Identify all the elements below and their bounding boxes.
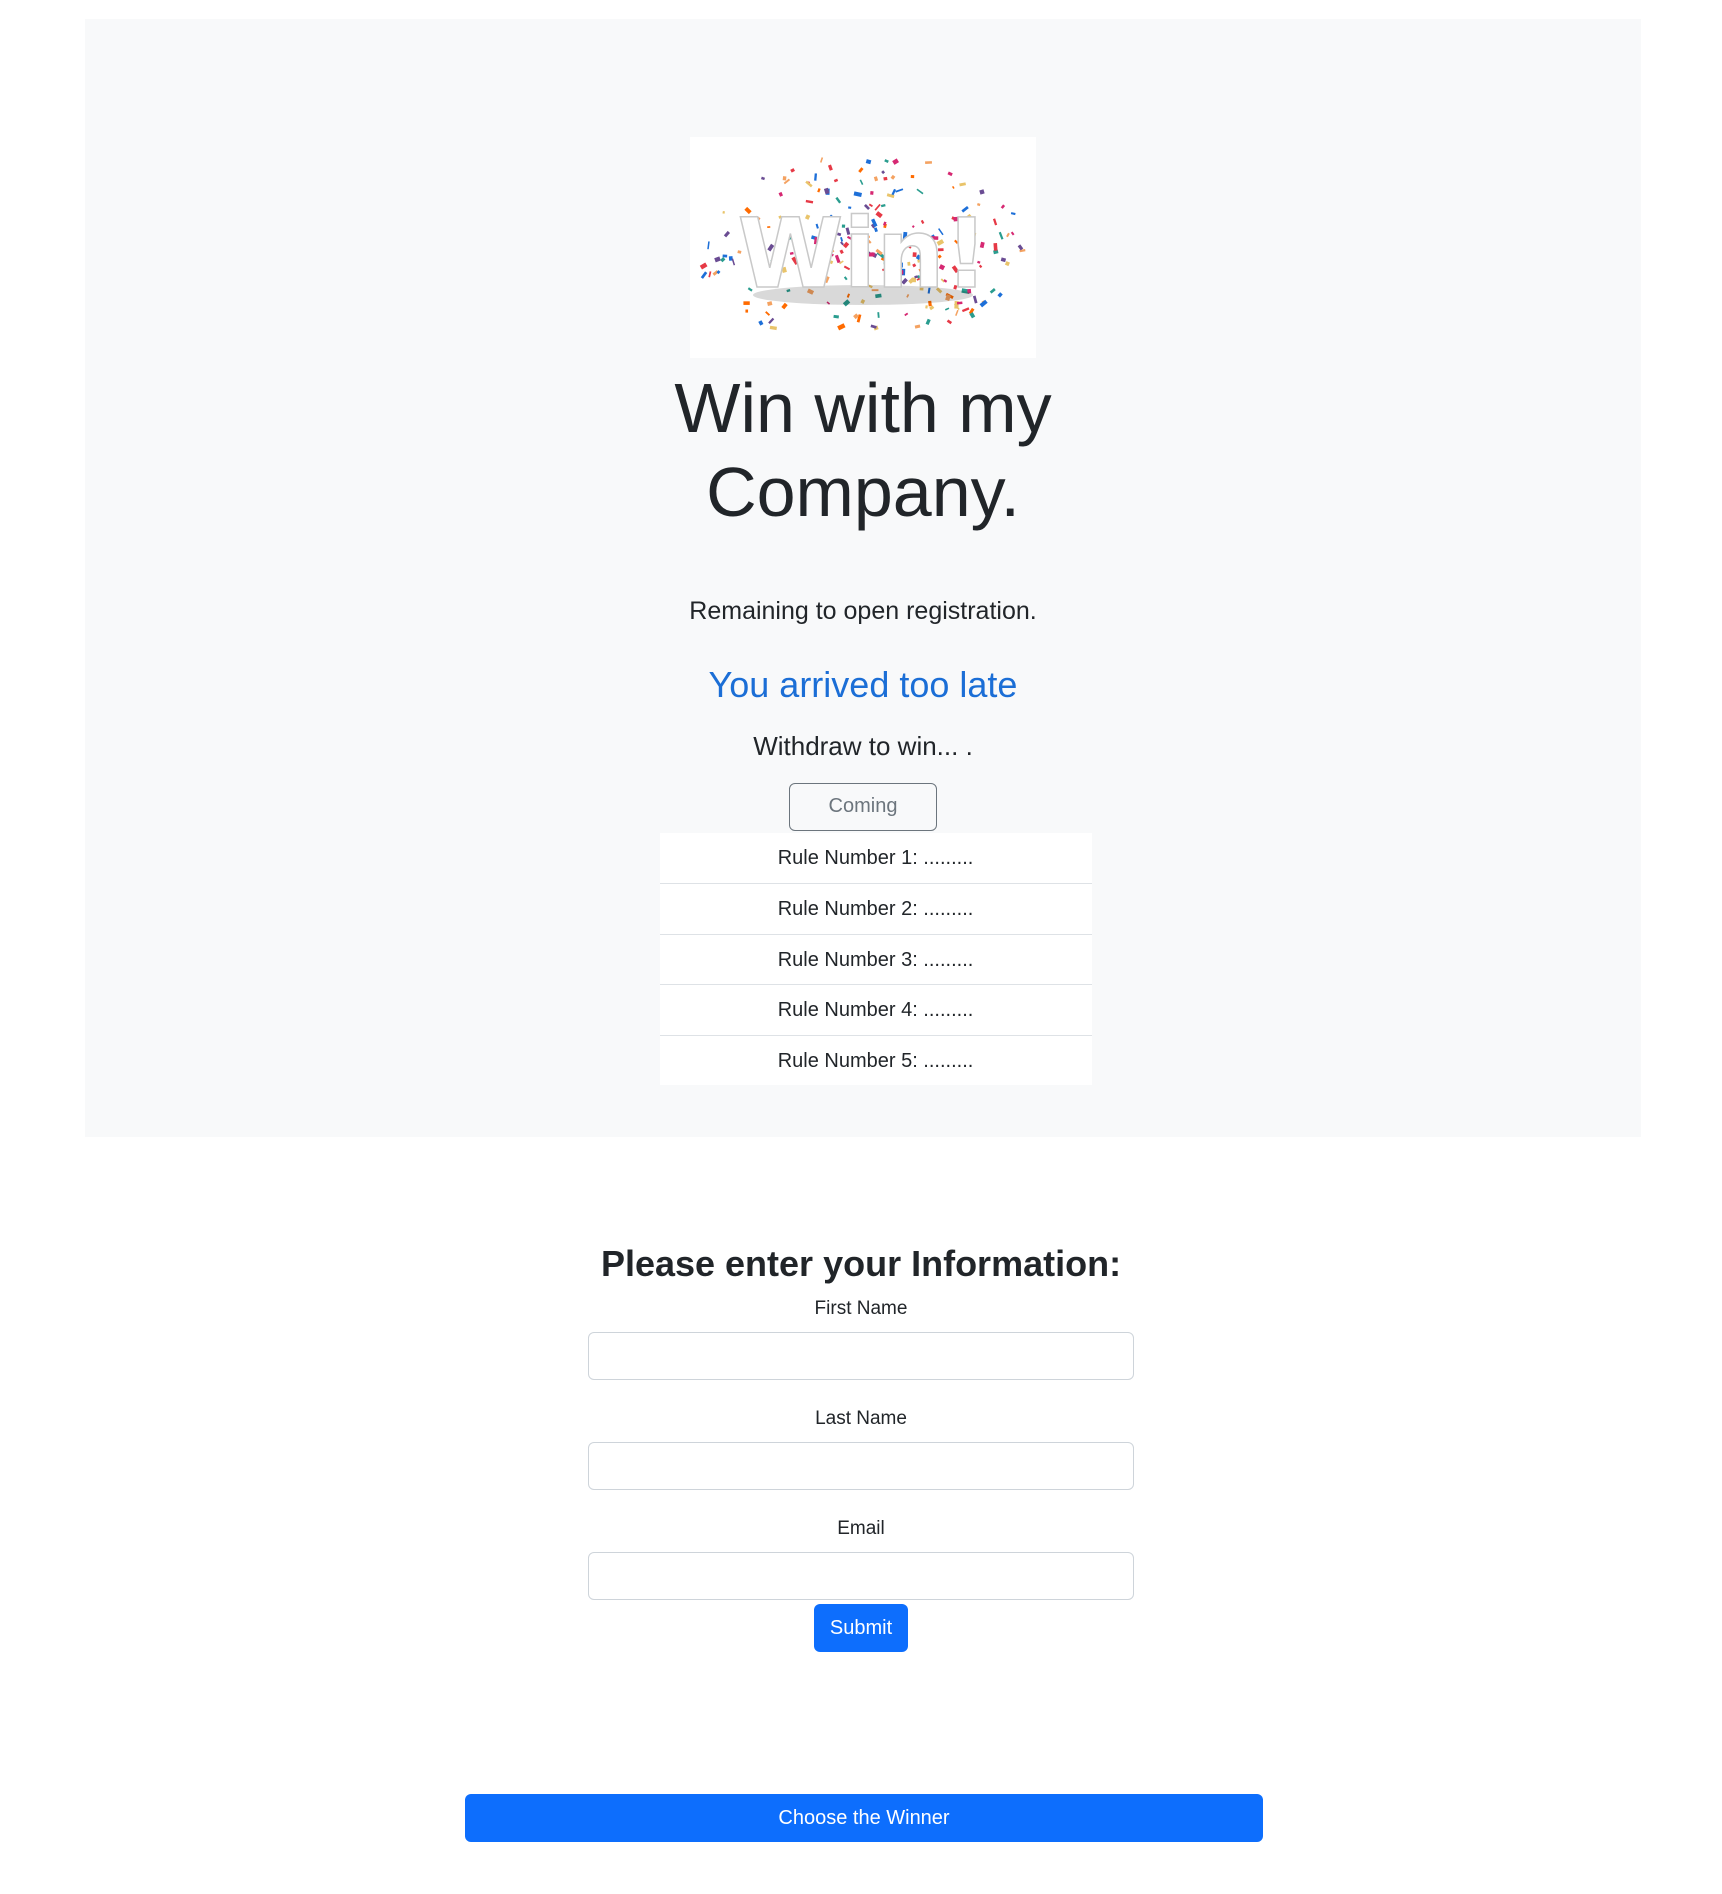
confetti-piece [708, 271, 712, 278]
confetti-piece [1006, 232, 1010, 238]
confetti-piece [873, 176, 879, 182]
confetti-piece [1004, 261, 1010, 267]
list-item: Rule Number 4: ......... [659, 984, 1092, 1035]
confetti-piece [722, 254, 728, 258]
confetti-piece [904, 312, 909, 317]
page-title: Win with my Company. [674, 369, 1052, 531]
confetti-piece [769, 325, 778, 331]
last-name-input[interactable] [588, 1442, 1134, 1490]
confetti-piece [1010, 231, 1015, 236]
confetti-piece [914, 324, 921, 329]
confetti-piece [916, 188, 924, 195]
confetti-piece [758, 320, 764, 326]
confetti-piece [782, 176, 787, 181]
confetti-piece [723, 230, 731, 238]
confetti-piece [859, 179, 864, 185]
confetti-piece [895, 188, 904, 193]
confetti-piece [814, 173, 818, 181]
win-image-text: Win! [738, 198, 989, 310]
confetti-piece [1000, 204, 1006, 209]
confetti-piece [720, 257, 726, 263]
confetti-piece [768, 317, 775, 325]
coming-soon-button[interactable]: Coming soon [789, 782, 937, 862]
confetti-piece [881, 170, 886, 175]
confetti-piece [951, 185, 955, 189]
confetti-piece [890, 174, 896, 180]
confetti-piece [819, 157, 824, 163]
list-item: Rule Number 3: ......... [659, 933, 1092, 985]
list-item: Rule Number 2: ......... [659, 883, 1092, 934]
confetti-piece [700, 271, 708, 279]
confetti-piece [870, 324, 877, 329]
confetti-piece [947, 171, 953, 177]
confetti-piece [778, 191, 784, 197]
confetti-piece [892, 158, 900, 165]
confetti-piece [827, 164, 833, 171]
list-item: Rule Number 1: ......... [659, 832, 1092, 884]
form-title: Please enter your Information: [600, 1243, 1122, 1284]
last-name-label: Last Name [815, 1408, 907, 1429]
confetti-piece [707, 241, 710, 250]
confetti-graphic: Win! [699, 157, 1026, 331]
confetti-piece [761, 176, 766, 181]
win-banner-image: Win! [690, 137, 1036, 358]
submit-button[interactable]: Submit [814, 1604, 908, 1652]
hero-content: Win! Win with my Company. Remaining to o… [85, 19, 1641, 1086]
confetti-piece [837, 323, 846, 331]
hero-section: Win! Win with my Company. Remaining to o… [85, 19, 1641, 1137]
rules-list: Rule Number 1: ......... Rule Number 2: … [659, 832, 1092, 1086]
confetti-piece [925, 318, 931, 325]
first-name-input[interactable] [588, 1332, 1134, 1380]
registration-form: Please enter your Information: First Nam… [0, 1240, 1722, 1652]
confetti-piece [989, 288, 996, 294]
list-item: Rule Number 5: ......... [659, 1034, 1092, 1086]
withdraw-text: Withdraw to win... . [753, 730, 973, 761]
confetti-piece [699, 262, 708, 270]
confetti-piece [858, 167, 864, 173]
late-notice-heading: You arrived too late [708, 663, 1018, 705]
email-input[interactable] [588, 1552, 1134, 1600]
confetti-piece [877, 312, 880, 318]
email-label: Email [837, 1518, 885, 1539]
confetti-piece [853, 191, 862, 198]
confetti-piece [1010, 212, 1016, 216]
confetti-piece [959, 182, 966, 187]
confetti-piece [1000, 257, 1007, 263]
confetti-piece [993, 242, 998, 251]
confetti-piece [946, 319, 953, 325]
confetti-piece [722, 210, 725, 214]
confetti-piece [992, 218, 998, 226]
confetti-piece [998, 231, 1004, 240]
confetti-piece [870, 191, 874, 195]
confetti-piece [955, 309, 959, 316]
confetti-piece [979, 189, 985, 195]
confetti-piece [910, 175, 915, 179]
choose-winner-button[interactable]: Choose the Winner [465, 1794, 1263, 1842]
confetti-piece [925, 161, 933, 165]
confetti-piece [790, 168, 796, 173]
confetti-piece [865, 159, 872, 165]
confetti-piece [833, 314, 840, 319]
confetti-piece [997, 292, 1003, 298]
first-name-label: First Name [814, 1298, 908, 1319]
confetti-piece [833, 178, 839, 183]
confetti-piece [883, 176, 888, 181]
registration-countdown-text: Remaining to open registration. [689, 596, 1037, 625]
confetti-piece [884, 159, 889, 163]
confetti-piece [714, 256, 721, 263]
confetti-piece [817, 188, 821, 193]
confetti-piece [765, 311, 771, 316]
confetti-piece [731, 258, 736, 266]
